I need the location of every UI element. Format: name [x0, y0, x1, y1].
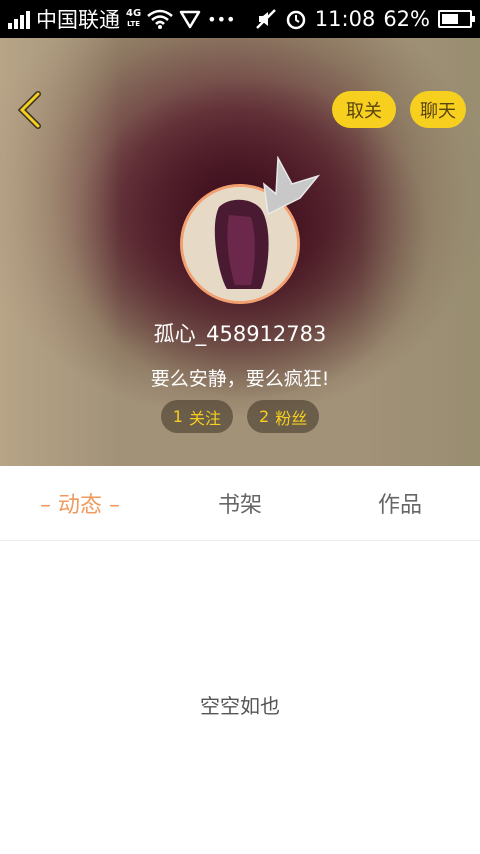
wifi-icon [147, 9, 173, 29]
clock-time: 11:08 [314, 7, 376, 31]
tab-activity[interactable]: – 动态 – [0, 466, 160, 540]
profile-tabs: – 动态 – 书架 作品 [0, 466, 480, 541]
carrier-name: 中国联通 [36, 8, 120, 32]
battery-icon [438, 10, 475, 28]
empty-state-message: 空空如也 [200, 694, 280, 718]
network-type-icon: 4G LTE [126, 8, 142, 29]
mute-icon [255, 9, 276, 29]
username: 孤心_458912783 [153, 322, 327, 346]
following-count-button[interactable]: 1 关注 [160, 400, 233, 433]
tab-works[interactable]: 作品 [320, 466, 480, 540]
profile-header: 取关 聊天 孤心_458912783 要么安静，要么疯狂! 1 关注 2 粉丝 [0, 38, 480, 466]
following-count: 1 [172, 407, 183, 426]
battery-percent: 62% [383, 7, 430, 31]
following-label: 关注 [188, 408, 221, 428]
followers-label: 粉丝 [275, 408, 308, 428]
followers-count-button[interactable]: 2 粉丝 [247, 400, 320, 433]
profile-signature: 要么安静，要么疯狂! [150, 368, 330, 390]
chat-button[interactable]: 聊天 [410, 91, 466, 128]
alarm-icon [286, 10, 306, 30]
more-status-icon: ••• [207, 9, 236, 29]
tab-bookshelf[interactable]: 书架 [160, 466, 320, 540]
vpn-shield-icon [179, 10, 201, 29]
signal-icon [8, 9, 30, 29]
status-bar: 中国联通 4G LTE ••• 11:08 62% [0, 0, 480, 38]
crown-icon [263, 156, 320, 216]
followers-count: 2 [259, 407, 270, 426]
back-arrow-icon[interactable] [14, 90, 44, 130]
profile-stats: 1 关注 2 粉丝 [0, 400, 480, 433]
unfollow-button[interactable]: 取关 [332, 91, 396, 128]
